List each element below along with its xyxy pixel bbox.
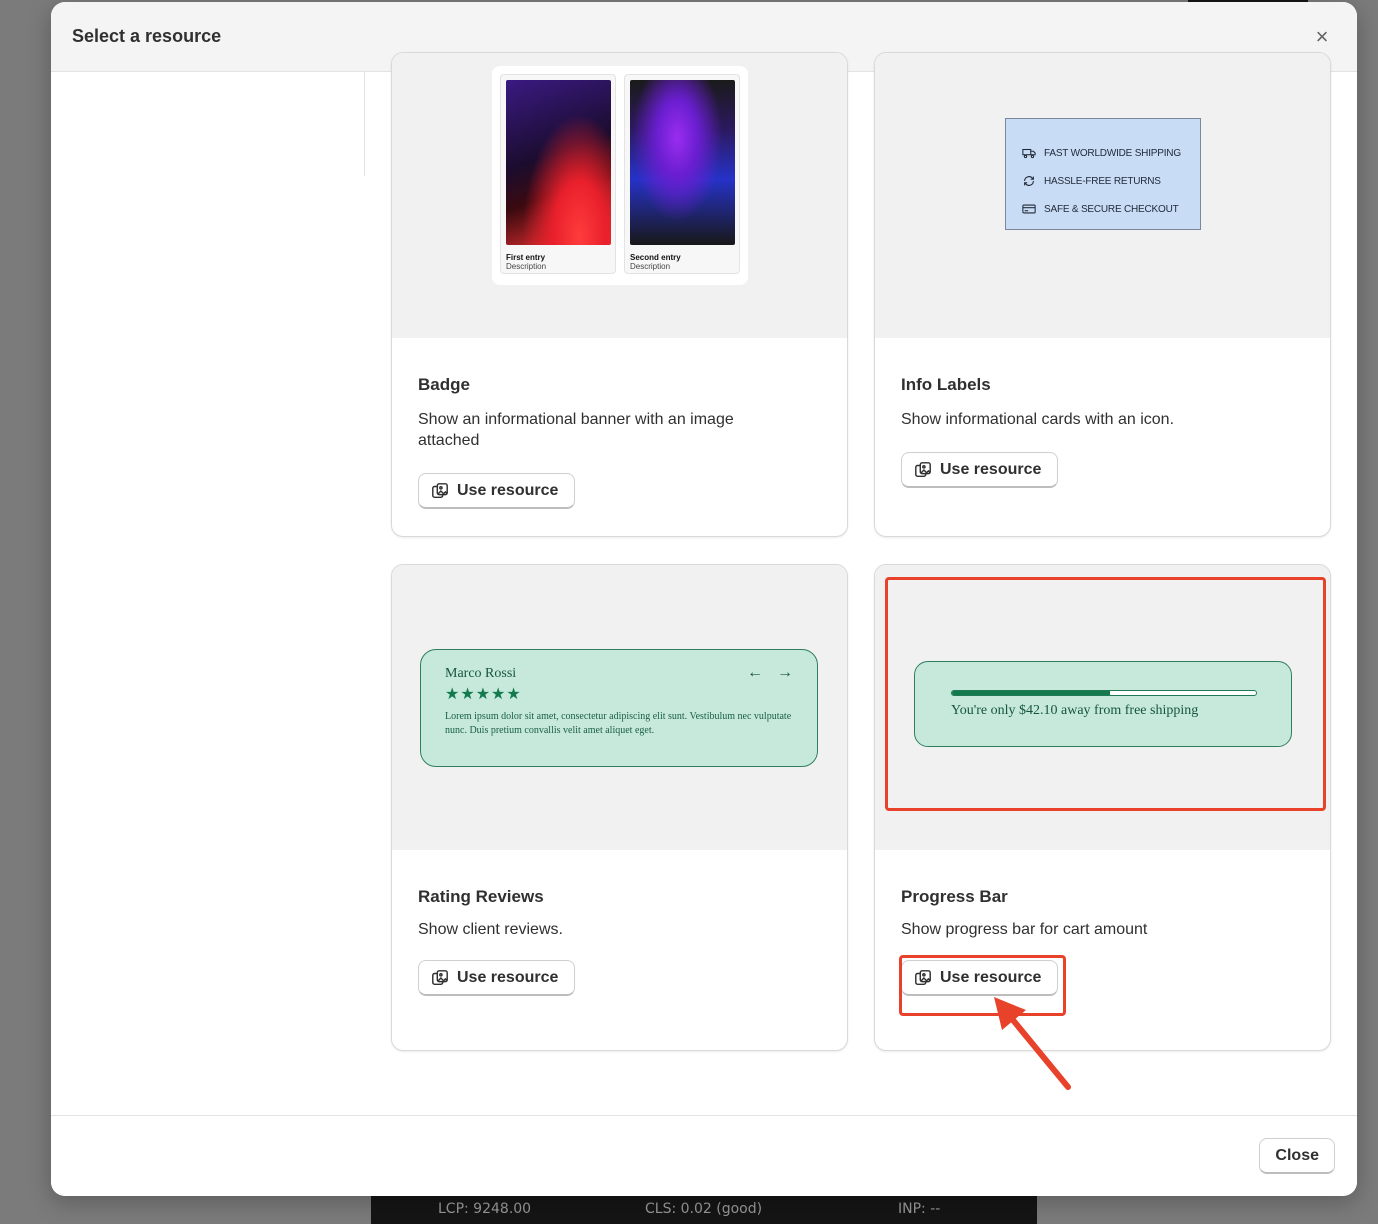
arrow-left-icon: ← xyxy=(747,664,763,681)
review-card: Marco Rossi ★★★★★ Lorem ipsum dolor sit … xyxy=(420,649,818,767)
resource-card-rating-reviews: Marco Rossi ★★★★★ Lorem ipsum dolor sit … xyxy=(391,564,848,1051)
use-resource-button-info-labels[interactable]: Use resource xyxy=(901,452,1059,488)
info-row-text: FAST WORLDWIDE SHIPPING xyxy=(1044,147,1181,159)
use-resource-label: Use resource xyxy=(457,968,559,986)
resource-card-progress-bar: You're only $42.10 away from free shippi… xyxy=(874,564,1331,1051)
performance-bar: LCP: 9248.00 CLS: 0.02 (good) INP: -- xyxy=(371,1196,1037,1224)
lcp-metric: LCP: 9248.00 xyxy=(438,1201,532,1217)
badge-entry: First entry Description xyxy=(500,74,616,274)
credit-card-icon xyxy=(1022,204,1036,214)
progress-bar-box: You're only $42.10 away from free shippi… xyxy=(914,661,1292,747)
info-row: SAFE & SECURE CHECKOUT xyxy=(1022,195,1200,223)
info-row-text: SAFE & SECURE CHECKOUT xyxy=(1044,203,1179,215)
modal-title: Select a resource xyxy=(72,26,222,46)
card-title: Progress Bar xyxy=(901,887,1008,906)
refresh-icon xyxy=(1024,176,1034,186)
card-title: Rating Reviews xyxy=(418,887,544,906)
truck-icon xyxy=(1022,148,1036,159)
reviewer-name: Marco Rossi xyxy=(445,666,517,681)
select-resource-modal: Select a resource × First entry Descript… xyxy=(51,2,1357,1196)
card-description: Show progress bar for cart amount xyxy=(901,921,1148,938)
use-resource-button-rating-reviews[interactable]: Use resource xyxy=(418,960,576,996)
annotation-arrow-icon xyxy=(994,997,1071,1090)
entry-description: Description xyxy=(506,262,547,271)
star-rating-icon: ★★★★★ xyxy=(445,686,522,703)
entry-image xyxy=(506,80,611,245)
modal-footer: Close xyxy=(51,1115,1357,1196)
info-row-text: HASSLE-FREE RETURNS xyxy=(1044,175,1161,187)
card-description: Show informational cards with an icon. xyxy=(901,411,1175,428)
info-row: FAST WORLDWIDE SHIPPING xyxy=(1022,139,1200,167)
info-row: HASSLE-FREE RETURNS xyxy=(1022,167,1200,195)
inp-metric: INP: -- xyxy=(898,1201,941,1217)
progress-text: You're only $42.10 away from free shippi… xyxy=(951,703,1199,718)
resource-card-info-labels: FAST WORLDWIDE SHIPPING HASSLE-FREE RETU… xyxy=(874,52,1331,537)
rating-reviews-preview: Marco Rossi ★★★★★ Lorem ipsum dolor sit … xyxy=(392,565,847,850)
cls-metric: CLS: 0.02 (good) xyxy=(645,1201,763,1217)
entry-title: Second entry xyxy=(630,253,681,262)
badge-preview-frame: First entry Description Second entry Des… xyxy=(492,66,748,285)
use-resource-label: Use resource xyxy=(940,460,1042,478)
use-resource-label: Use resource xyxy=(940,968,1042,986)
arrow-right-icon: → xyxy=(777,664,793,681)
close-button[interactable]: Close xyxy=(1259,1138,1335,1174)
entry-description: Description xyxy=(630,262,671,271)
card-description: Show an informational banner with an ima… xyxy=(418,411,734,449)
card-description: Show client reviews. xyxy=(418,921,563,938)
sidebar-divider xyxy=(364,72,365,176)
info-labels-preview: FAST WORLDWIDE SHIPPING HASSLE-FREE RETU… xyxy=(875,53,1330,338)
badge-preview: First entry Description Second entry Des… xyxy=(392,53,847,338)
progress-fill xyxy=(952,691,1111,695)
entry-image xyxy=(630,80,735,245)
card-title: Badge xyxy=(418,375,470,394)
progress-track xyxy=(951,690,1257,696)
resource-card-badge: First entry Description Second entry Des… xyxy=(391,52,848,537)
image-icon xyxy=(432,482,448,498)
review-text: Lorem ipsum dolor sit amet, consectetur … xyxy=(445,711,792,736)
use-resource-button-progress-bar[interactable]: Use resource xyxy=(901,960,1059,996)
info-labels-box: FAST WORLDWIDE SHIPPING HASSLE-FREE RETU… xyxy=(1005,118,1201,230)
entry-title: First entry xyxy=(506,253,546,262)
progress-bar-preview: You're only $42.10 away from free shippi… xyxy=(875,565,1330,850)
image-icon xyxy=(432,969,448,985)
image-icon xyxy=(915,461,931,477)
use-resource-label: Use resource xyxy=(457,481,559,499)
image-icon xyxy=(915,969,931,985)
card-title: Info Labels xyxy=(901,375,991,394)
review-arrows: ← → xyxy=(747,664,793,682)
badge-entry: Second entry Description xyxy=(624,74,740,274)
use-resource-button-badge[interactable]: Use resource xyxy=(418,473,576,509)
close-icon[interactable]: × xyxy=(1308,23,1336,51)
